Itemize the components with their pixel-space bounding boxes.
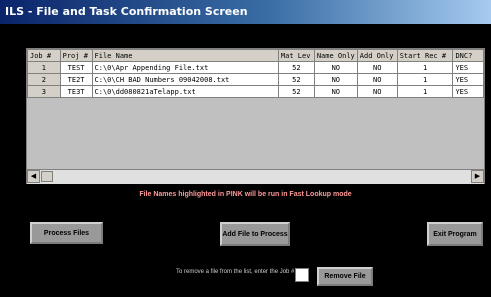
dnc-cell[interactable]: YES [452, 73, 484, 86]
job-cell[interactable]: 1 [27, 61, 61, 74]
column-header-start-rec[interactable]: Start Rec # [396, 49, 454, 62]
job-cell[interactable]: 3 [27, 85, 61, 98]
job-cell[interactable]: 2 [27, 73, 61, 86]
column-header-job[interactable]: Job # [27, 49, 61, 62]
column-header-dnc[interactable]: DNC? [452, 49, 484, 62]
proj-cell[interactable]: TEST [59, 61, 93, 74]
dnc-cell[interactable]: YES [452, 85, 484, 98]
fast-lookup-notice: File Names highlighted in PINK will be r… [139, 191, 352, 198]
file-grid[interactable]: Job # Proj # File Name Mat Lev Name Only… [26, 48, 485, 184]
table-row[interactable]: 3 TE3T C:\0\dd080821aTelapp.txt 52 NO NO… [27, 85, 484, 98]
name-only-cell[interactable]: NO [313, 61, 358, 74]
table-header-row: Job # Proj # File Name Mat Lev Name Only… [27, 49, 484, 62]
window-title: ILS - File and Task Confirmation Screen [5, 5, 248, 18]
mat-lev-cell[interactable]: 52 [277, 61, 315, 74]
dnc-cell[interactable]: YES [452, 61, 484, 74]
chevron-left-icon: ◀ [30, 173, 37, 180]
start-rec-cell[interactable]: 1 [396, 85, 454, 98]
exit-program-label: Exit Program [433, 230, 477, 238]
add-only-cell[interactable]: NO [356, 73, 398, 86]
file-name-cell[interactable]: C:\0\dd080821aTelapp.txt [91, 85, 279, 98]
add-file-button[interactable]: Add File to Process [220, 222, 290, 246]
add-only-cell[interactable]: NO [356, 85, 398, 98]
column-header-file-name[interactable]: File Name [91, 49, 279, 62]
column-header-add-only[interactable]: Add Only [356, 49, 398, 62]
table-row[interactable]: 2 TE2T C:\0\CH BAD Numbers 09042008.txt … [27, 73, 484, 86]
table-row[interactable]: 1 TEST C:\0\Apr Appending File.txt 52 NO… [27, 61, 484, 74]
add-file-label: Add File to Process [222, 230, 288, 238]
mat-lev-cell[interactable]: 52 [277, 73, 315, 86]
start-rec-cell[interactable]: 1 [396, 61, 454, 74]
remove-instruction: To remove a file from the list, enter th… [176, 269, 297, 275]
main-window: ILS - File and Task Confirmation Screen … [0, 0, 491, 297]
remove-file-label: Remove File [324, 273, 366, 280]
process-files-button[interactable]: Process Files [30, 222, 103, 244]
proj-cell[interactable]: TE3T [59, 85, 93, 98]
proj-cell[interactable]: TE2T [59, 73, 93, 86]
mat-lev-cell[interactable]: 52 [277, 85, 315, 98]
scroll-thumb[interactable] [41, 171, 53, 182]
name-only-cell[interactable]: NO [313, 73, 358, 86]
remove-file-button[interactable]: Remove File [317, 267, 373, 286]
scroll-left-button[interactable]: ◀ [27, 170, 40, 183]
exit-program-button[interactable]: Exit Program [427, 222, 483, 246]
file-name-cell[interactable]: C:\0\CH BAD Numbers 09042008.txt [91, 73, 279, 86]
column-header-name-only[interactable]: Name Only [313, 49, 358, 62]
horizontal-scrollbar[interactable]: ◀ ▶ [27, 169, 484, 184]
column-header-mat-lev[interactable]: Mat Lev [277, 49, 315, 62]
add-only-cell[interactable]: NO [356, 61, 398, 74]
process-files-label: Process Files [43, 229, 90, 237]
job-number-input[interactable] [295, 268, 309, 282]
scroll-right-button[interactable]: ▶ [471, 170, 484, 183]
start-rec-cell[interactable]: 1 [396, 73, 454, 86]
column-header-proj[interactable]: Proj # [59, 49, 93, 62]
file-table: Job # Proj # File Name Mat Lev Name Only… [27, 49, 484, 98]
file-name-cell[interactable]: C:\0\Apr Appending File.txt [91, 61, 279, 74]
chevron-right-icon: ▶ [474, 173, 481, 180]
title-bar: ILS - File and Task Confirmation Screen [0, 0, 491, 24]
name-only-cell[interactable]: NO [313, 85, 358, 98]
